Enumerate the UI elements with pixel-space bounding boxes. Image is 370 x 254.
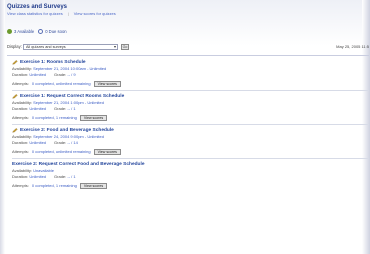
availability-label: Availability: xyxy=(12,134,32,139)
attempts-value: 0 completed, 1 remaining xyxy=(31,115,77,120)
view-scores-button[interactable]: View scores xyxy=(79,183,108,189)
duration-label: Duration: xyxy=(12,140,29,145)
grade-value: -- / 14 xyxy=(67,140,78,145)
duration-grade-line: Duration: Unlimited Grade: -- / 1 xyxy=(12,106,369,112)
duration-value: Unlimited xyxy=(29,140,47,145)
duration-value: Unlimited xyxy=(29,174,47,179)
chevron-down-icon: ▾ xyxy=(113,43,116,49)
quizzes-page: Quizzes and Surveys View class statistic… xyxy=(7,4,369,189)
quiz-title: Exercise 1: Request Correct Rooms Schedu… xyxy=(20,94,125,99)
available-icon xyxy=(7,29,12,34)
display-select[interactable]: All quizzes and surveys ▾ xyxy=(23,43,118,50)
quiz-separator xyxy=(12,158,369,159)
attempts-value: 0 completed, unlimited remaining xyxy=(31,149,91,154)
quiz-separator xyxy=(12,90,369,91)
display-select-value: All quizzes and surveys xyxy=(26,44,66,49)
pencil-icon xyxy=(12,128,18,133)
quiz-item: Exercise 2: Food and Beverage Schedule A… xyxy=(7,127,369,159)
available-text: 3 Available xyxy=(14,29,35,34)
status-row: 3 Available 0 Due soon xyxy=(7,29,369,34)
go-button[interactable]: Go xyxy=(121,43,129,50)
class-statistics-link[interactable]: View class statistics for quizzes xyxy=(7,11,63,17)
display-label: Display: xyxy=(7,44,22,49)
quiz-item: Exercise 1: Rooms Schedule Availability:… xyxy=(7,59,369,91)
availability-value: Unavailable xyxy=(33,168,54,173)
available-status[interactable]: 3 Available xyxy=(7,29,34,34)
link-separator: | xyxy=(67,11,69,16)
duration-grade-line: Duration: Unlimited Grade: -- / 9 xyxy=(12,72,369,78)
quiz-title-row[interactable]: Exercise 1: Rooms Schedule xyxy=(12,59,369,66)
due-soon-status[interactable]: 0 Due soon xyxy=(38,29,67,34)
duration-label: Duration: xyxy=(12,106,29,111)
duration-grade-line: Duration: Unlimited Grade: -- / 14 xyxy=(12,140,369,146)
duration-value: Unlimited xyxy=(29,72,47,77)
view-scores-button[interactable]: View scores xyxy=(79,115,108,121)
attempts-label: Attempts: xyxy=(12,81,29,86)
availability-label: Availability: xyxy=(12,100,32,105)
quiz-title: Exercise 1: Rooms Schedule xyxy=(20,60,86,65)
attempts-line: Attempts: 0 completed, 1 remaining View … xyxy=(12,115,369,121)
display-filter-row: Display: All quizzes and surveys ▾ Go Ma… xyxy=(7,43,369,50)
page-title: Quizzes and Surveys xyxy=(7,4,68,10)
attempts-label: Attempts: xyxy=(12,115,29,120)
attempts-value: 0 completed, unlimited remaining xyxy=(31,81,91,86)
current-date: May 25, 2005 11:5 xyxy=(336,44,369,49)
quiz-separator xyxy=(12,124,369,125)
availability-value: September 24, 2004 9:00pm - Unlimited xyxy=(33,134,104,139)
attempts-line: Attempts: 0 completed, unlimited remaini… xyxy=(12,149,369,155)
grade-value: -- / 9 xyxy=(67,72,76,77)
duration-label: Duration: xyxy=(12,72,29,77)
availability-label: Availability: xyxy=(12,66,32,71)
quiz-title: Exercise 2: Request Correct Food and Bev… xyxy=(12,162,145,167)
availability-value: September 21, 2004 10:00am - Unlimited xyxy=(33,66,107,71)
grade-label: Grade: xyxy=(54,174,67,179)
header-links: View class statistics for quizzes | View… xyxy=(7,11,369,17)
quiz-title-row[interactable]: Exercise 1: Request Correct Rooms Schedu… xyxy=(12,93,369,100)
duration-label: Duration: xyxy=(12,174,29,179)
attempts-label: Attempts: xyxy=(12,183,29,188)
left-edge-shadow xyxy=(0,0,5,254)
quiz-title: Exercise 2: Food and Beverage Schedule xyxy=(20,128,114,133)
view-scores-link[interactable]: View scores for quizzes xyxy=(74,11,116,17)
view-scores-button[interactable]: View scores xyxy=(93,81,121,87)
header-divider xyxy=(7,55,369,56)
view-scores-button[interactable]: View scores xyxy=(93,149,121,155)
availability-value: September 21, 2004 1:00pm - Unlimited xyxy=(33,100,104,105)
quiz-title-row[interactable]: Exercise 2: Food and Beverage Schedule xyxy=(12,127,369,134)
availability-label: Availability: xyxy=(12,168,32,173)
pencil-icon xyxy=(12,60,18,65)
grade-value: -- / 1 xyxy=(67,106,76,111)
quiz-title-row[interactable]: Exercise 2: Request Correct Food and Bev… xyxy=(12,161,369,168)
attempts-line: Attempts: 0 completed, unlimited remaini… xyxy=(12,81,369,87)
attempts-line: Attempts: 0 completed, 1 remaining View … xyxy=(12,183,369,189)
grade-label: Grade: xyxy=(54,106,67,111)
quiz-item: Exercise 2: Request Correct Food and Bev… xyxy=(7,161,369,189)
grade-value: -- / 1 xyxy=(67,174,76,179)
duration-grade-line: Duration: Unlimited Grade: -- / 1 xyxy=(12,174,369,180)
clock-icon xyxy=(38,29,44,34)
attempts-label: Attempts: xyxy=(12,149,29,154)
grade-label: Grade: xyxy=(54,72,67,77)
quiz-item: Exercise 1: Request Correct Rooms Schedu… xyxy=(7,93,369,125)
pencil-icon xyxy=(12,94,18,99)
duration-value: Unlimited xyxy=(29,106,47,111)
attempts-value: 0 completed, 1 remaining xyxy=(31,183,77,188)
grade-label: Grade: xyxy=(54,140,67,145)
due-soon-text: 0 Due soon xyxy=(45,29,67,34)
